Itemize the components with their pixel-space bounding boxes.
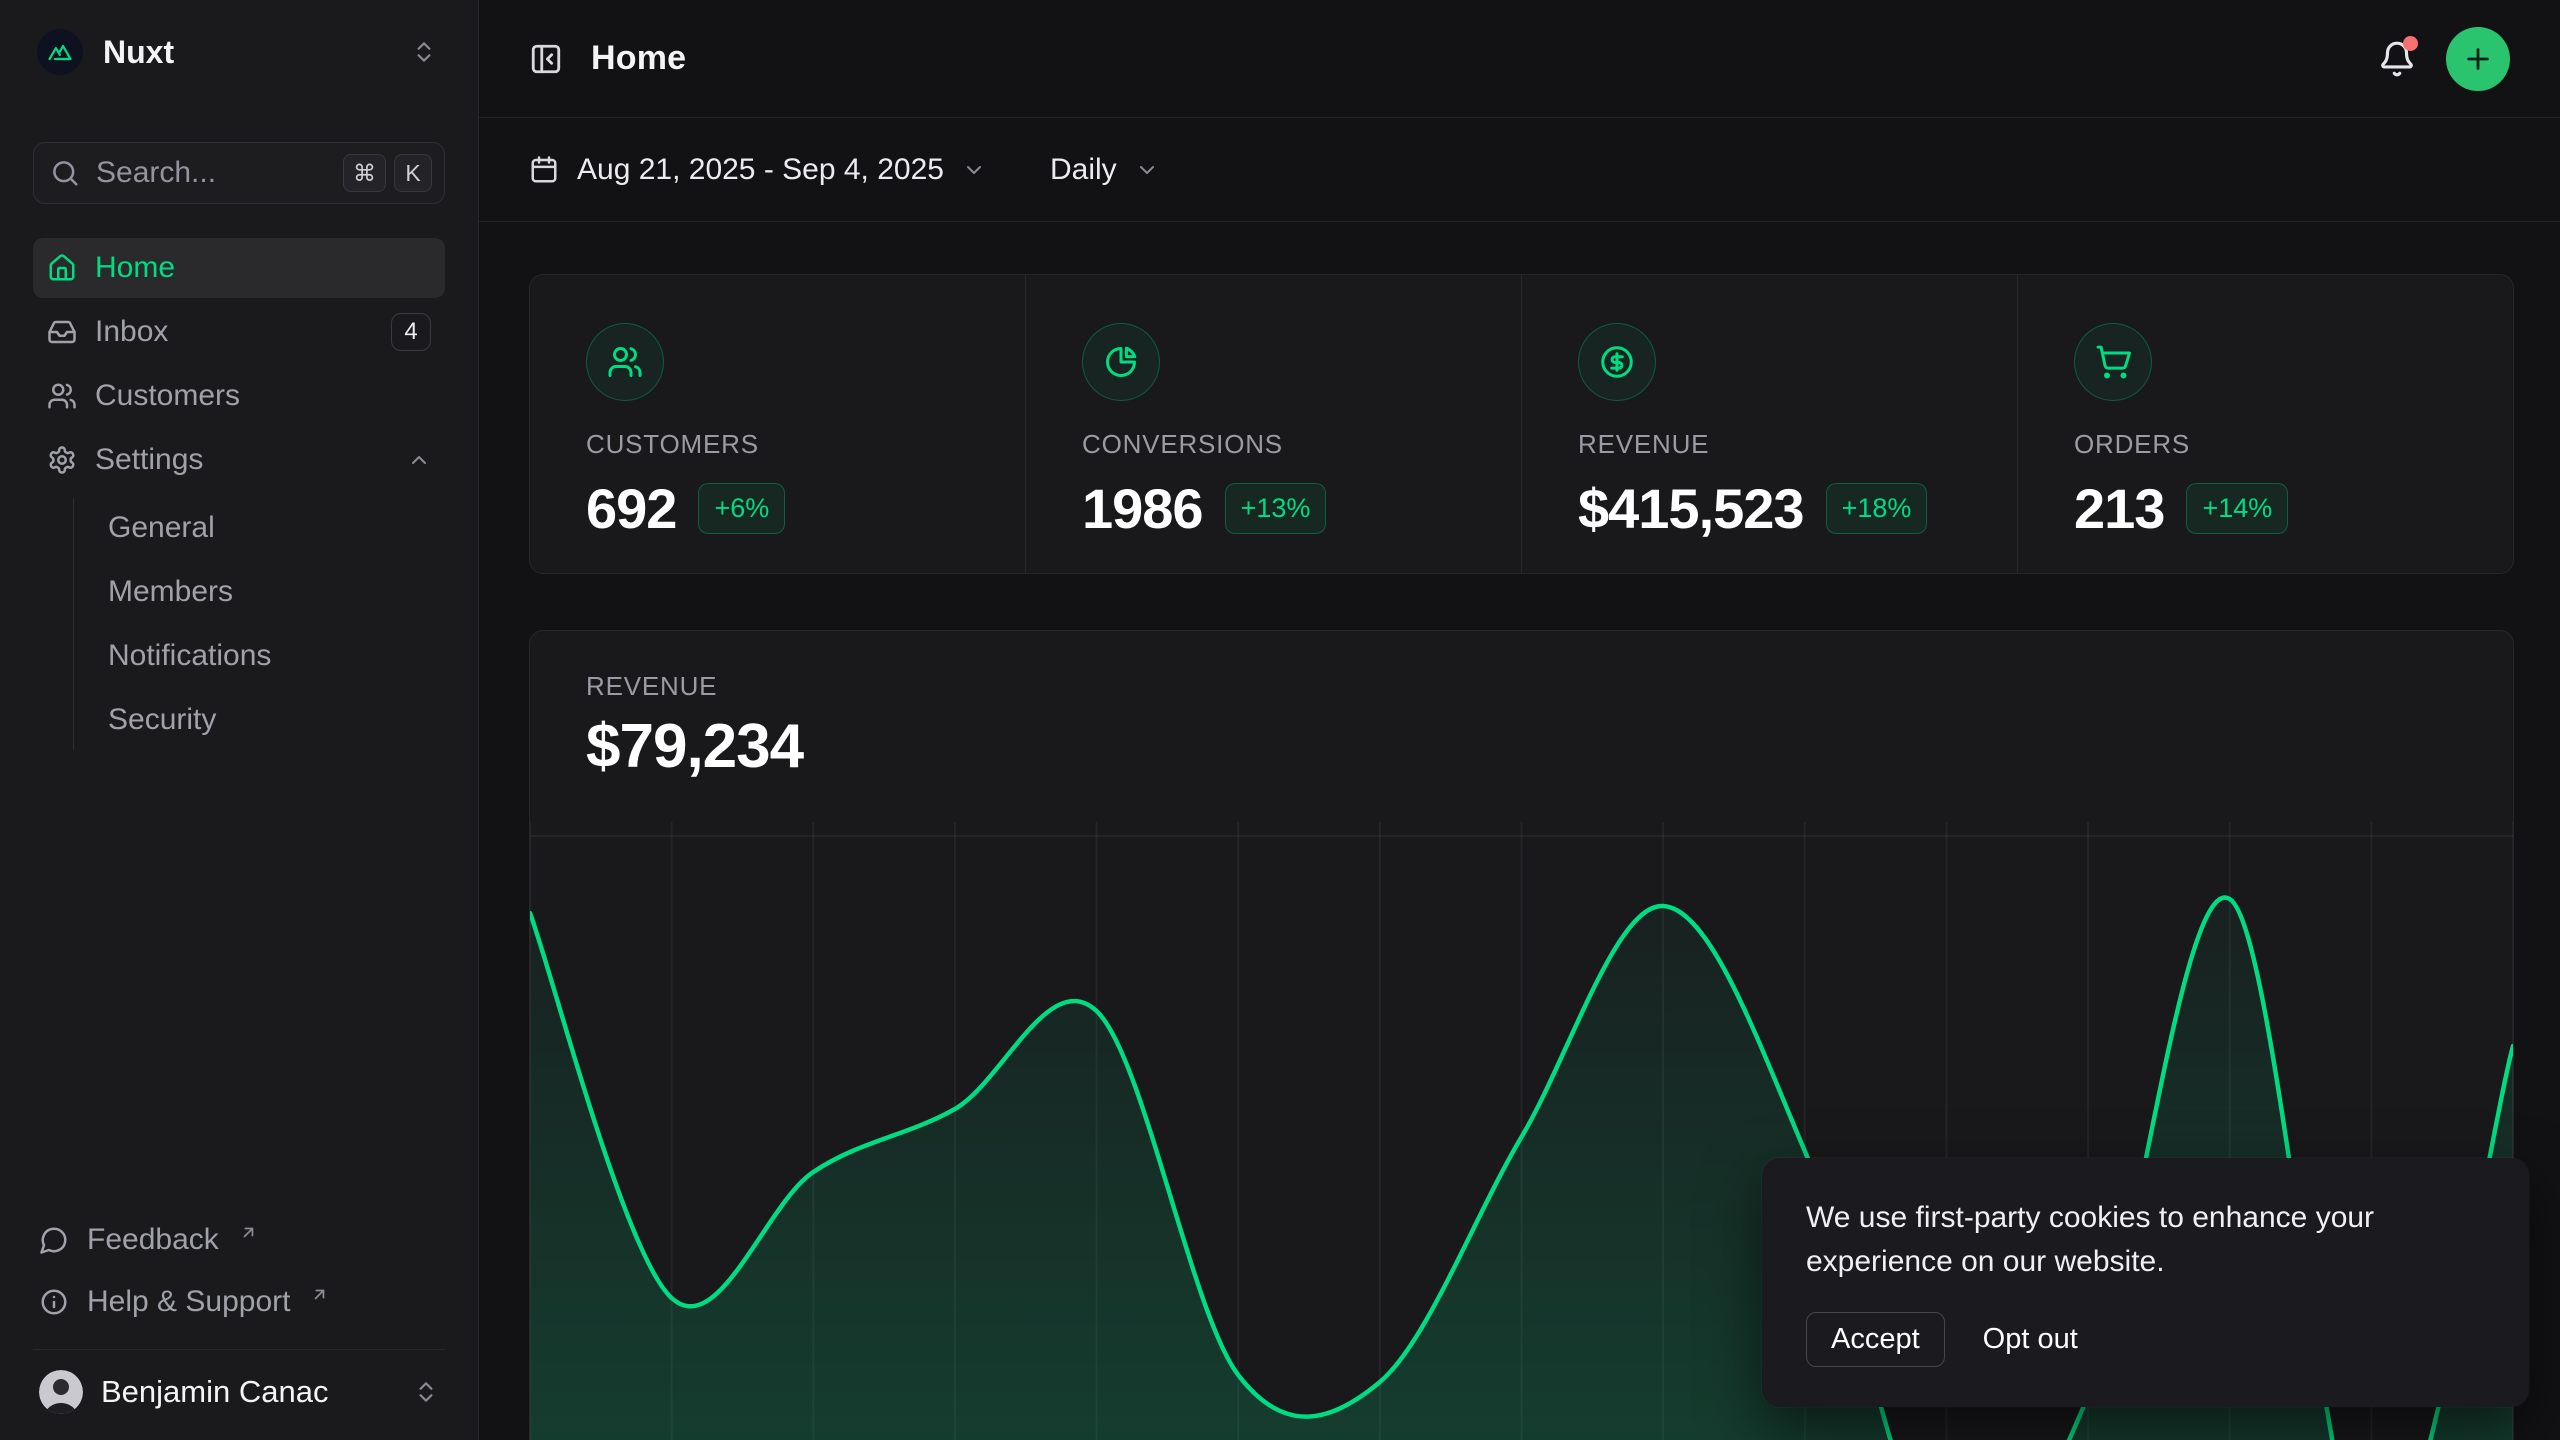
- stat-value: $415,523: [1578, 476, 1804, 541]
- sidebar-subitem-notifications[interactable]: Notifications: [108, 626, 445, 686]
- settings-subnav: General Members Notifications Security: [73, 498, 445, 750]
- help-support-link[interactable]: Help & Support: [33, 1271, 445, 1333]
- stat-value: 213: [2074, 476, 2164, 541]
- stat-customers[interactable]: CUSTOMERS 692 +6%: [530, 275, 1025, 573]
- date-range-label: Aug 21, 2025 - Sep 4, 2025: [577, 153, 944, 187]
- topbar-actions: [2378, 27, 2510, 91]
- revenue-card-header: REVENUE $79,234: [530, 671, 2513, 778]
- chevron-down-icon: [962, 158, 986, 182]
- chevrons-up-down-icon: [411, 39, 437, 65]
- stat-conversions[interactable]: CONVERSIONS 1986 +13%: [1025, 275, 1521, 573]
- nuxt-logo-icon: [37, 29, 83, 75]
- users-icon: [607, 344, 643, 380]
- external-link-icon: [239, 1223, 258, 1242]
- stat-delta-badge: +6%: [698, 483, 785, 534]
- granularity-select[interactable]: Daily: [1050, 153, 1159, 187]
- external-link-icon: [310, 1285, 329, 1304]
- kbd-k: K: [394, 154, 432, 192]
- sidebar-collapse-button[interactable]: [529, 42, 563, 76]
- opt-out-button[interactable]: Opt out: [1983, 1323, 2078, 1356]
- filter-bar: Aug 21, 2025 - Sep 4, 2025 Daily: [479, 118, 2560, 222]
- stats-card: CUSTOMERS 692 +6% CONVERSIONS 1986: [529, 274, 2514, 574]
- stat-label: ORDERS: [2074, 429, 2513, 460]
- user-name: Benjamin Canac: [101, 1374, 328, 1410]
- stat-icon-badge: [1578, 323, 1656, 401]
- notifications-button[interactable]: [2378, 40, 2416, 78]
- home-icon: [47, 253, 77, 283]
- stat-label: CUSTOMERS: [586, 429, 1025, 460]
- sidebar-top: Nuxt ⌘ K Ho: [33, 22, 445, 750]
- sidebar-item-label: Inbox: [95, 315, 168, 349]
- stat-delta-badge: +14%: [2186, 483, 2288, 534]
- date-range-picker[interactable]: Aug 21, 2025 - Sep 4, 2025: [529, 153, 986, 187]
- stat-delta-badge: +18%: [1826, 483, 1928, 534]
- chevron-up-icon: [407, 448, 431, 472]
- sidebar-item-label: Home: [95, 251, 175, 285]
- sidebar-bottom: Feedback Help & Support: [33, 1209, 445, 1420]
- sidebar-nav: Home Inbox 4 Customers: [33, 238, 445, 750]
- accept-button[interactable]: Accept: [1806, 1312, 1945, 1367]
- stat-revenue[interactable]: REVENUE $415,523 +18%: [1521, 275, 2017, 573]
- search-icon: [50, 158, 80, 188]
- circle-dollar-icon: [1599, 344, 1635, 380]
- stat-orders[interactable]: ORDERS 213 +14%: [2017, 275, 2513, 573]
- revenue-value: $79,234: [586, 716, 2457, 778]
- stat-label: CONVERSIONS: [1082, 429, 1521, 460]
- search-input[interactable]: [96, 156, 327, 190]
- stat-value: 692: [586, 476, 676, 541]
- pie-chart-icon: [1103, 344, 1139, 380]
- workspace-name: Nuxt: [103, 34, 174, 71]
- stat-label: REVENUE: [1578, 429, 2017, 460]
- page-title: Home: [591, 39, 686, 78]
- topbar: Home: [479, 0, 2560, 118]
- shopping-cart-icon: [2095, 344, 2131, 380]
- create-button[interactable]: [2446, 27, 2510, 91]
- avatar: [39, 1370, 83, 1414]
- sidebar-item-inbox[interactable]: Inbox 4: [33, 302, 445, 362]
- notification-dot: [2403, 36, 2418, 51]
- cookie-banner: We use first-party cookies to enhance yo…: [1762, 1158, 2529, 1407]
- chat-bubble-icon: [39, 1225, 69, 1255]
- sidebar-item-label: Settings: [95, 443, 203, 477]
- search-box[interactable]: ⌘ K: [33, 142, 445, 204]
- cookie-message: We use first-party cookies to enhance yo…: [1806, 1196, 2485, 1284]
- stat-icon-badge: [2074, 323, 2152, 401]
- chevrons-up-down-icon: [413, 1379, 439, 1405]
- sidebar-item-settings[interactable]: Settings: [33, 430, 445, 490]
- sidebar-item-customers[interactable]: Customers: [33, 366, 445, 426]
- stat-icon-badge: [586, 323, 664, 401]
- feedback-link[interactable]: Feedback: [33, 1209, 445, 1271]
- cookie-actions: Accept Opt out: [1806, 1312, 2485, 1367]
- footer-link-label: Help & Support: [87, 1285, 290, 1319]
- chevron-down-icon: [1135, 158, 1159, 182]
- search-kbd-hint: ⌘ K: [343, 154, 432, 192]
- info-icon: [39, 1287, 69, 1317]
- sidebar-item-label: Customers: [95, 379, 240, 413]
- sidebar: Nuxt ⌘ K Ho: [0, 0, 479, 1440]
- revenue-label: REVENUE: [586, 671, 2457, 702]
- user-menu[interactable]: Benjamin Canac: [33, 1349, 445, 1420]
- sidebar-subitem-general[interactable]: General: [108, 498, 445, 558]
- stat-icon-badge: [1082, 323, 1160, 401]
- stat-delta-badge: +13%: [1225, 483, 1327, 534]
- footer-link-label: Feedback: [87, 1223, 219, 1257]
- users-icon: [47, 381, 77, 411]
- granularity-label: Daily: [1050, 153, 1117, 187]
- stat-value: 1986: [1082, 476, 1203, 541]
- sidebar-subitem-members[interactable]: Members: [108, 562, 445, 622]
- sidebar-item-home[interactable]: Home: [33, 238, 445, 298]
- inbox-badge: 4: [391, 313, 431, 351]
- plus-icon: [2462, 43, 2494, 75]
- inbox-icon: [47, 317, 77, 347]
- calendar-icon: [529, 155, 559, 185]
- gear-icon: [47, 445, 77, 475]
- sidebar-subitem-security[interactable]: Security: [108, 690, 445, 750]
- panel-left-close-icon: [529, 42, 563, 76]
- kbd-meta: ⌘: [343, 154, 386, 192]
- workspace-switcher[interactable]: Nuxt: [33, 22, 445, 82]
